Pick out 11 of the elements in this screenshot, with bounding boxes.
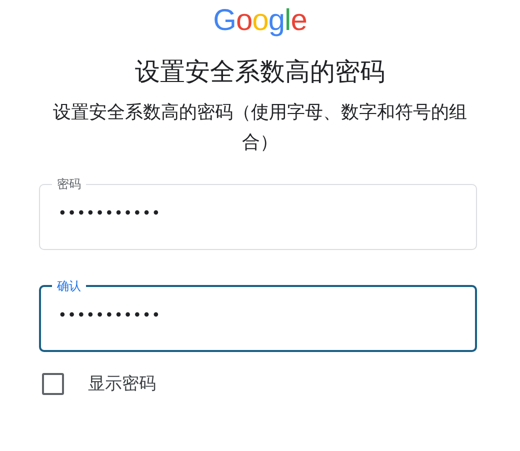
page-subtitle: 设置安全系数高的密码（使用字母、数字和符号的组合） xyxy=(52,101,468,155)
field-value: ••••••••••• xyxy=(58,204,162,222)
google-logo: Google xyxy=(213,4,307,38)
show-password-checkbox[interactable] xyxy=(42,372,64,394)
password-field[interactable]: 确认 ••••••••••• xyxy=(39,278,477,352)
field-label: 密码 xyxy=(56,176,82,192)
field-label: 确认 xyxy=(56,278,82,294)
password-field[interactable]: 密码 ••••••••••• xyxy=(39,176,477,250)
checkbox-label: 显示密码 xyxy=(88,373,156,395)
field-value: ••••••••••• xyxy=(58,306,162,324)
page-title: 设置安全系数高的密码 xyxy=(135,56,385,88)
